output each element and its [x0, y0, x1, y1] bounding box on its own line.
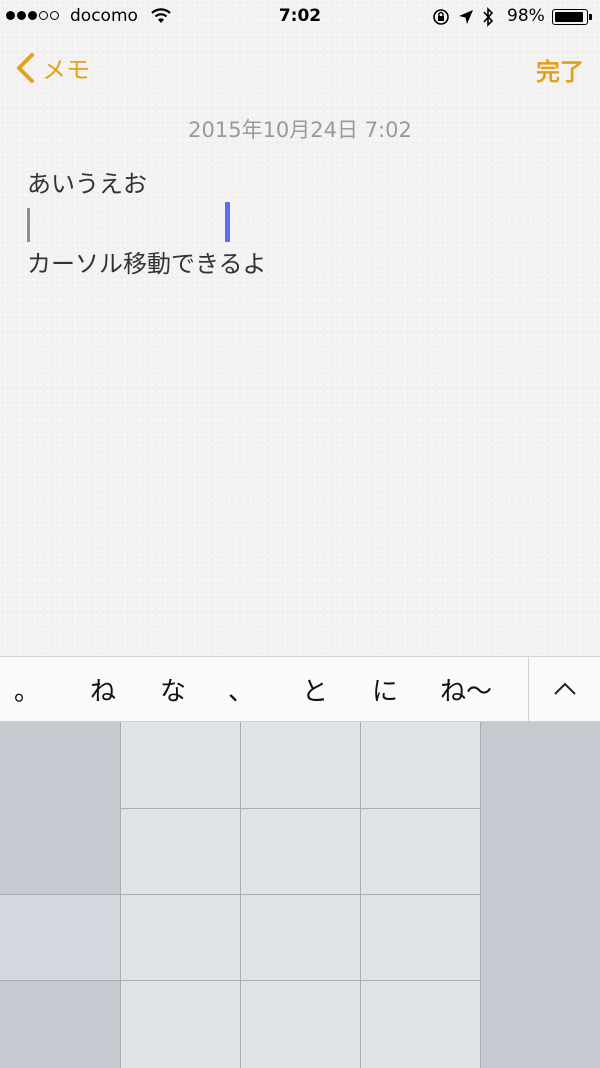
expand-candidates-button[interactable] [529, 657, 600, 722]
keyboard-key[interactable] [0, 980, 120, 1068]
battery-percent: 98% [507, 6, 545, 26]
back-button-label: メモ [42, 56, 90, 84]
keyboard-key[interactable] [240, 808, 360, 894]
keyboard-key[interactable] [0, 894, 120, 980]
chevron-left-icon [17, 52, 34, 83]
keyboard-key[interactable] [240, 722, 360, 808]
prediction-bar: 。 ね な 、 と に ね〜 [0, 656, 600, 722]
keyboard-key[interactable] [120, 722, 240, 808]
key-divider [120, 722, 121, 1068]
keyboard-key[interactable] [360, 894, 480, 980]
candidate-word[interactable]: ね〜 [440, 671, 492, 708]
cursor-ghost [27, 208, 30, 242]
keyboard-key[interactable] [0, 722, 120, 894]
candidate-word[interactable]: 。 [14, 671, 40, 708]
note-line-empty [27, 202, 267, 244]
status-bar: docomo 7:02 98% [0, 0, 600, 36]
keyboard-key[interactable] [240, 894, 360, 980]
note-paper-background [0, 0, 600, 656]
battery-icon [552, 9, 588, 25]
battery-level-fill [555, 12, 583, 22]
key-divider [480, 722, 481, 1068]
key-divider [240, 722, 241, 1068]
candidate-word[interactable]: な [160, 671, 186, 708]
done-button[interactable]: 完了 [536, 52, 584, 87]
orientation-lock-icon [432, 8, 450, 31]
note-line: あいうえお [27, 170, 147, 198]
candidate-word[interactable]: ね [90, 671, 116, 708]
back-button[interactable]: メモ [14, 50, 90, 85]
keyboard-key[interactable] [360, 722, 480, 808]
note-text-area[interactable]: あいうえお カーソル移動できるよ [27, 166, 267, 282]
battery-tip [589, 14, 592, 20]
keyboard-key[interactable] [480, 722, 600, 1068]
keyboard-key[interactable] [360, 980, 480, 1068]
keyboard-key[interactable] [240, 980, 360, 1068]
note-date: 2015年10月24日 7:02 [188, 118, 412, 142]
candidate-word[interactable]: と [302, 671, 328, 708]
key-divider [360, 722, 361, 1068]
note-line: カーソル移動できるよ [27, 250, 267, 278]
text-cursor[interactable] [225, 202, 230, 242]
location-arrow-icon [458, 9, 474, 30]
keyboard-key[interactable] [360, 808, 480, 894]
keyboard [0, 722, 600, 1068]
candidate-word[interactable]: 、 [228, 671, 254, 708]
key-divider [120, 808, 480, 809]
keyboard-key[interactable] [120, 808, 240, 894]
bluetooth-icon [482, 7, 494, 32]
keyboard-key[interactable] [120, 894, 240, 980]
candidate-word[interactable]: に [372, 671, 398, 708]
keyboard-key[interactable] [120, 980, 240, 1068]
key-divider [0, 980, 480, 981]
chevron-up-icon [554, 682, 576, 695]
key-divider [0, 894, 480, 895]
